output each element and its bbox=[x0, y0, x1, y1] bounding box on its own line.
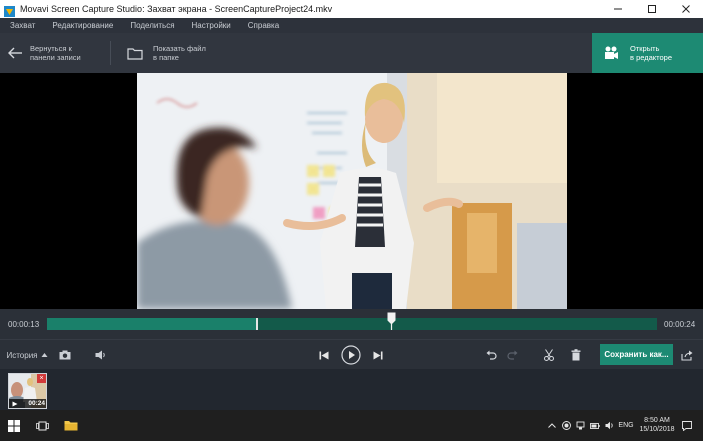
close-button[interactable] bbox=[669, 0, 703, 18]
app-logo-icon bbox=[4, 4, 15, 17]
menu-help[interactable]: Справка bbox=[248, 21, 279, 30]
file-explorer-taskbar-button[interactable] bbox=[58, 410, 84, 441]
video-frame-image bbox=[137, 73, 567, 309]
skip-forward-button[interactable] bbox=[370, 340, 386, 370]
history-toggle[interactable]: История bbox=[5, 340, 49, 370]
volume-button[interactable] bbox=[92, 340, 110, 370]
thumbnail-play-icon bbox=[12, 401, 18, 406]
windows-taskbar: ENG 8:50 AM 15/10/2018 bbox=[0, 410, 703, 441]
volume-icon bbox=[95, 350, 105, 360]
back-arrow-icon bbox=[0, 33, 30, 73]
clock-date: 15/10/2018 bbox=[639, 426, 675, 433]
playback-controls: История Сохранить как... bbox=[0, 339, 703, 369]
open-editor-icon bbox=[592, 33, 630, 73]
play-button[interactable] bbox=[340, 340, 362, 370]
task-view-button[interactable] bbox=[30, 410, 54, 441]
tray-network-button[interactable] bbox=[574, 410, 586, 441]
skip-back-button[interactable] bbox=[316, 340, 332, 370]
notification-icon bbox=[682, 420, 692, 431]
menu-capture[interactable]: Захват bbox=[10, 21, 35, 30]
minimize-button[interactable] bbox=[601, 0, 635, 18]
open-in-editor-button[interactable]: Открыть в редакторе bbox=[592, 33, 703, 73]
toolbar-divider bbox=[110, 41, 111, 65]
folder-icon bbox=[117, 33, 153, 73]
timeline: 00:00:13 00:00:24 bbox=[0, 309, 703, 339]
share-icon bbox=[681, 350, 693, 361]
clock-time: 8:50 AM bbox=[644, 417, 670, 424]
camera-icon bbox=[59, 350, 71, 360]
timeline-track[interactable] bbox=[47, 312, 657, 330]
tray-expand-button[interactable] bbox=[546, 410, 558, 441]
menu-settings[interactable]: Настройки bbox=[192, 21, 231, 30]
total-time: 00:00:24 bbox=[664, 320, 696, 329]
notifications-button[interactable] bbox=[680, 410, 694, 441]
thumbnail-duration: 00:24 bbox=[28, 400, 45, 407]
menu-share[interactable]: Поделиться bbox=[130, 21, 174, 30]
language-label: ENG bbox=[618, 422, 634, 429]
tray-record-button[interactable] bbox=[560, 410, 572, 441]
show-in-folder-button[interactable]: Показать файл в папке bbox=[117, 33, 247, 73]
current-time: 00:00:13 bbox=[8, 320, 40, 329]
delete-button[interactable] bbox=[567, 340, 585, 370]
skip-forward-icon bbox=[373, 351, 383, 359]
share-button[interactable] bbox=[678, 340, 696, 370]
maximize-icon bbox=[648, 5, 656, 13]
tray-battery-button[interactable] bbox=[589, 410, 601, 441]
history-panel: × 00:24 bbox=[0, 369, 703, 410]
save-as-button[interactable]: Сохранить как... bbox=[600, 344, 673, 365]
tray-volume-button[interactable] bbox=[604, 410, 616, 441]
toolbar: Вернуться к панели записи Показать файл … bbox=[0, 33, 703, 73]
back-to-recording-button[interactable]: Вернуться к панели записи bbox=[0, 33, 110, 73]
playhead-handle[interactable] bbox=[387, 312, 396, 330]
cut-button[interactable] bbox=[540, 340, 558, 370]
redo-button[interactable] bbox=[503, 340, 521, 370]
redo-icon bbox=[506, 350, 517, 360]
title-bar: Movavi Screen Capture Studio: Захват экр… bbox=[0, 0, 703, 18]
skip-back-icon bbox=[319, 351, 329, 359]
record-icon bbox=[561, 421, 571, 430]
windows-logo-icon bbox=[8, 419, 20, 432]
battery-icon bbox=[590, 422, 600, 429]
speaker-icon bbox=[605, 421, 613, 430]
video-viewer[interactable] bbox=[0, 73, 703, 309]
minimize-icon bbox=[614, 8, 622, 10]
trash-icon bbox=[571, 349, 581, 361]
file-explorer-icon bbox=[64, 421, 78, 431]
start-button[interactable] bbox=[0, 410, 28, 441]
chevron-up-icon bbox=[548, 423, 556, 428]
menu-edit[interactable]: Редактирование bbox=[52, 21, 113, 30]
remove-thumbnail-button[interactable]: × bbox=[37, 374, 46, 383]
menu-bar: Захват Редактирование Поделиться Настрой… bbox=[0, 18, 703, 33]
play-icon bbox=[341, 345, 361, 365]
caret-up-icon bbox=[41, 353, 48, 357]
history-thumbnail[interactable]: × 00:24 bbox=[8, 373, 47, 409]
back-label: Вернуться к панели записи bbox=[30, 44, 81, 62]
close-icon bbox=[682, 5, 690, 13]
undo-button[interactable] bbox=[482, 340, 500, 370]
playhead-icon bbox=[387, 312, 396, 330]
scissors-icon bbox=[544, 349, 554, 361]
taskbar-clock[interactable]: 8:50 AM 15/10/2018 bbox=[637, 416, 677, 434]
thumbnail-duration-bar: 00:24 bbox=[9, 399, 46, 408]
task-view-icon bbox=[35, 421, 49, 430]
undo-icon bbox=[486, 350, 497, 360]
played-marker bbox=[256, 318, 259, 330]
folder-label: Показать файл в папке bbox=[153, 44, 206, 62]
language-indicator[interactable]: ENG bbox=[617, 410, 635, 441]
open-label: Открыть в редакторе bbox=[630, 44, 673, 62]
snapshot-button[interactable] bbox=[56, 340, 74, 370]
window-title: Movavi Screen Capture Studio: Захват экр… bbox=[20, 4, 333, 14]
history-label: История bbox=[6, 350, 38, 360]
video-frame bbox=[137, 73, 567, 309]
network-icon bbox=[576, 421, 584, 430]
maximize-button[interactable] bbox=[635, 0, 669, 18]
timeline-played bbox=[47, 318, 258, 330]
